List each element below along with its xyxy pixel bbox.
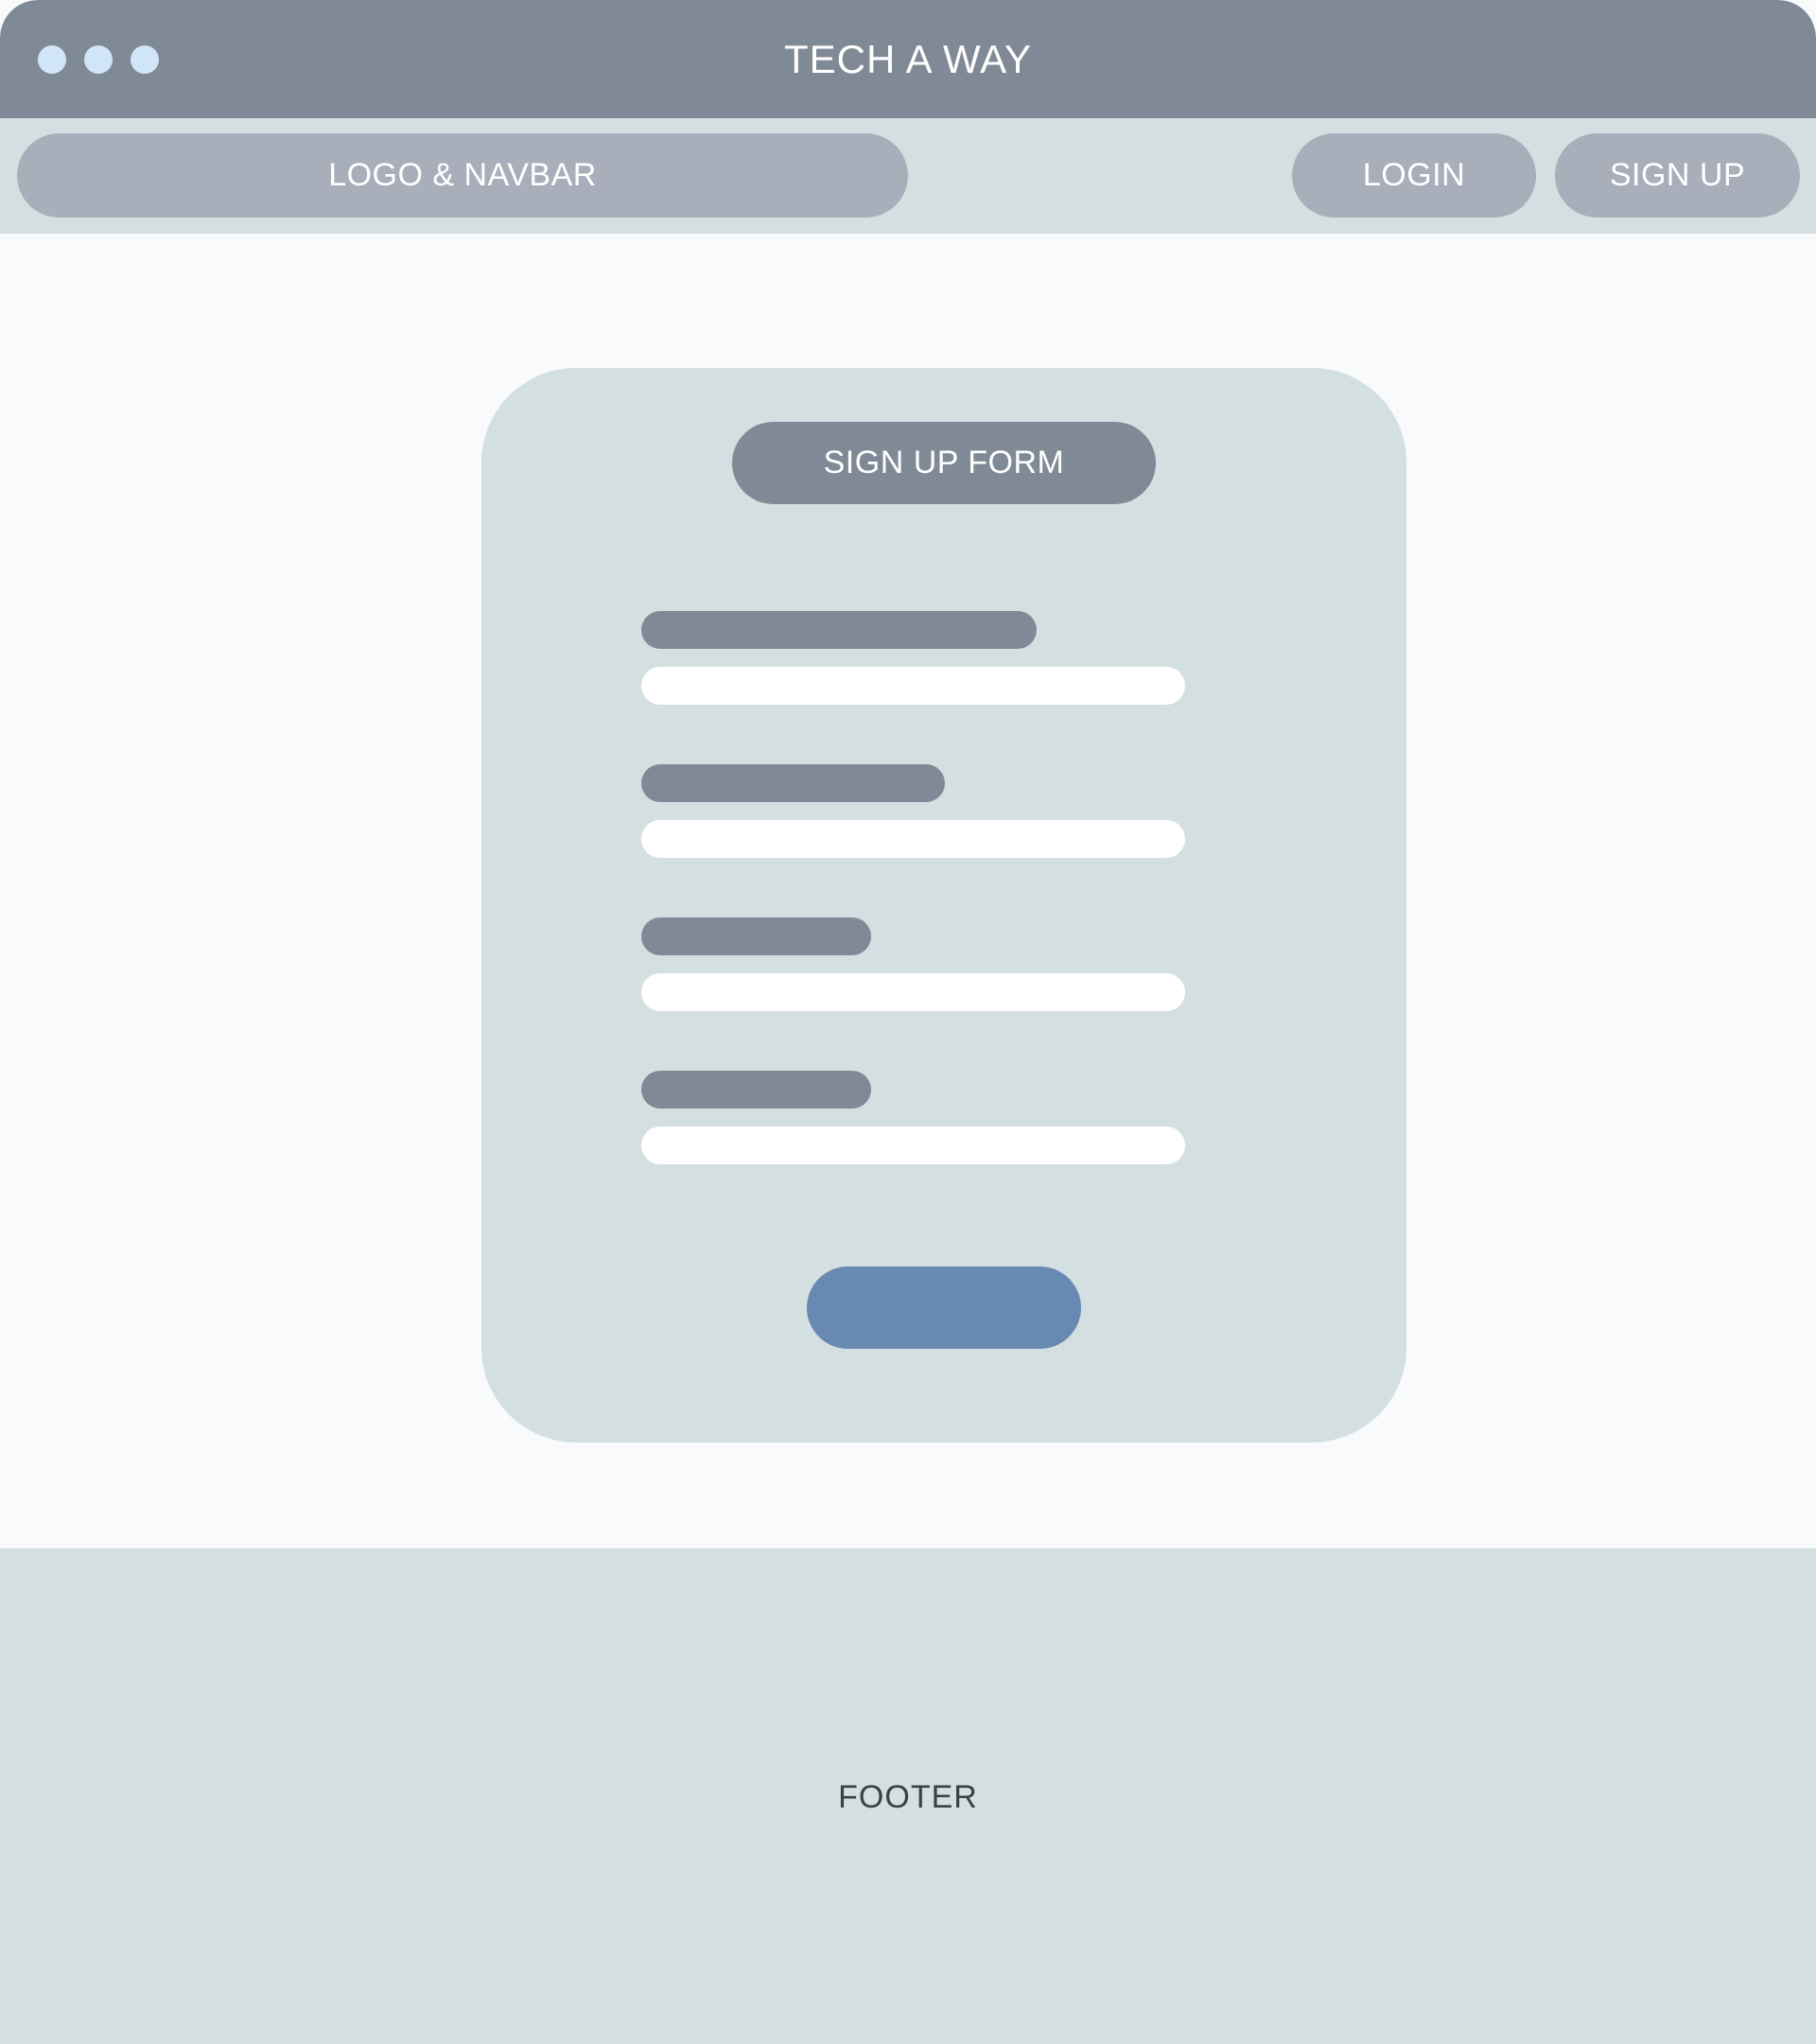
footer-label: FOOTER: [838, 1779, 978, 1815]
browser-window: TECH A WAY LOGO & NAVBAR LOGIN SIGN UP S…: [0, 0, 1816, 2044]
form-input-field[interactable]: [641, 1127, 1185, 1164]
submit-button[interactable]: [807, 1267, 1081, 1349]
form-input-field[interactable]: [641, 667, 1185, 705]
field-label-placeholder: [641, 1071, 871, 1109]
window-title: TECH A WAY: [783, 37, 1033, 81]
signup-button[interactable]: SIGN UP: [1555, 133, 1800, 218]
field-label-placeholder: [641, 917, 871, 955]
logo-navbar[interactable]: LOGO & NAVBAR: [17, 133, 908, 218]
login-button[interactable]: LOGIN: [1292, 133, 1536, 218]
form-input-field[interactable]: [641, 973, 1185, 1011]
field-label-placeholder: [641, 611, 1037, 649]
form-input-field[interactable]: [641, 820, 1185, 858]
form-title: SIGN UP FORM: [732, 422, 1156, 504]
field-label-placeholder: [641, 764, 945, 802]
